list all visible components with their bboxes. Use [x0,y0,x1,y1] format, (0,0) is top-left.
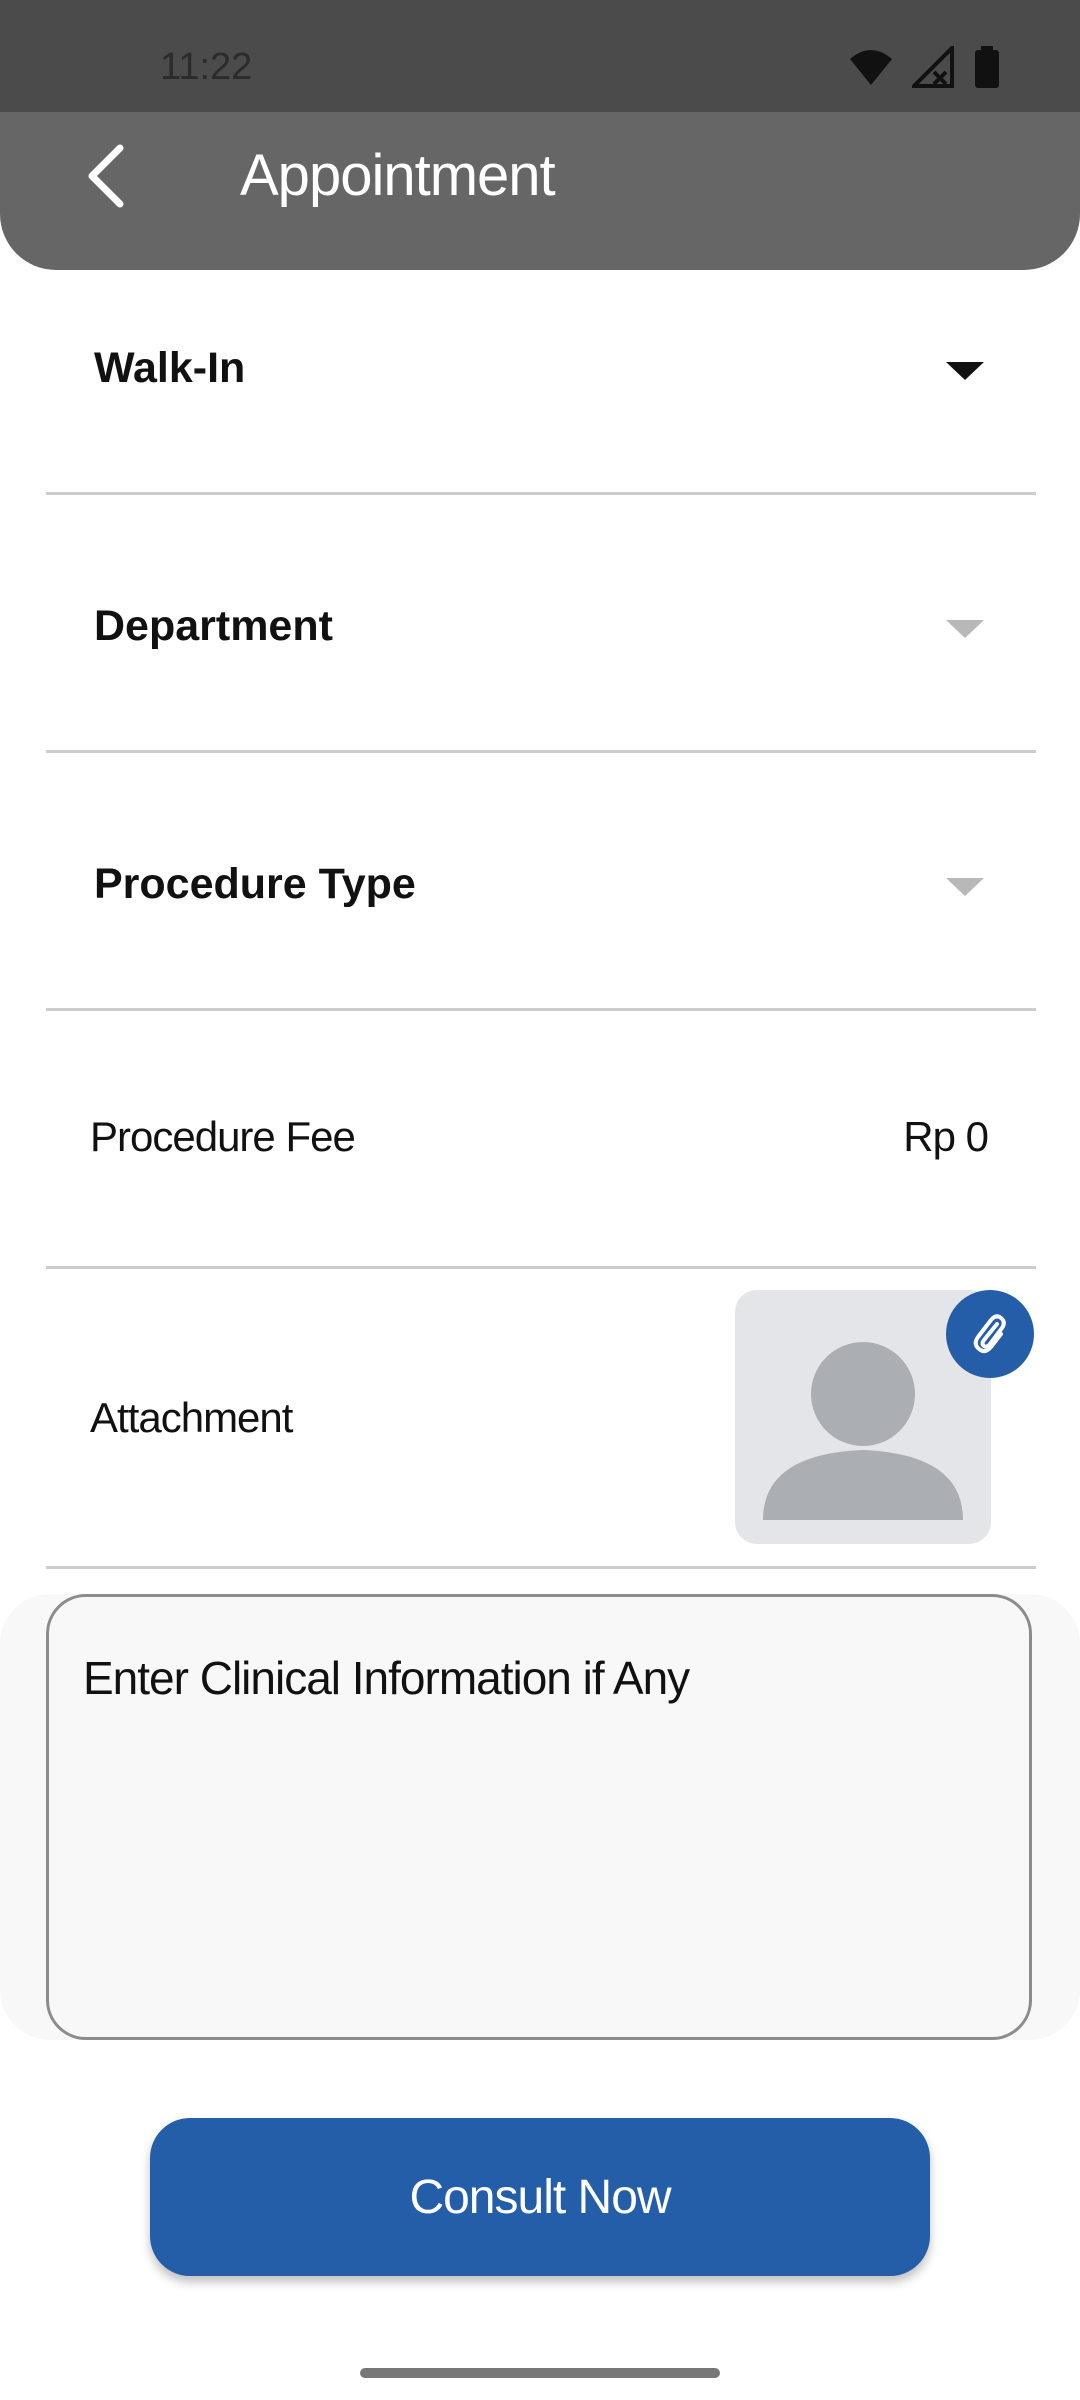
caret-down-icon [946,362,984,380]
attachment-label: Attachment [90,1394,293,1441]
chevron-left-icon [88,144,124,208]
battery-icon [975,46,999,88]
clinical-info-input[interactable]: Enter Clinical Information if Any [46,1594,1032,2040]
procedure-type-placeholder: Procedure Type [94,860,416,908]
back-button[interactable] [70,132,142,220]
status-bar: 11:22 [0,0,1080,112]
attach-file-button[interactable] [946,1290,1034,1378]
procedure-type-dropdown[interactable]: Procedure Type [46,750,1036,1011]
caret-down-icon [946,620,984,638]
app-bar: Appointment [0,112,1080,270]
clinical-info-placeholder: Enter Clinical Information if Any [83,1652,690,1704]
status-time: 11:22 [160,46,253,88]
consult-now-button[interactable]: Consult Now [150,2118,930,2276]
appointment-type-value: Walk-In [94,344,246,392]
procedure-fee-value: Rp 0 [903,1113,989,1160]
home-indicator[interactable] [360,2368,720,2378]
status-icons [848,46,1000,88]
page-title: Appointment [240,143,556,208]
department-dropdown[interactable]: Department [46,492,1036,753]
caret-down-icon [946,878,984,896]
paperclip-icon [973,1314,1006,1354]
procedure-fee-row: Procedure Fee Rp 0 [46,1008,1036,1269]
appointment-type-dropdown[interactable]: Walk-In [46,270,1036,495]
signal-off-icon [912,46,954,88]
wifi-icon [850,50,892,85]
department-placeholder: Department [94,602,333,650]
procedure-fee-label: Procedure Fee [90,1113,356,1160]
